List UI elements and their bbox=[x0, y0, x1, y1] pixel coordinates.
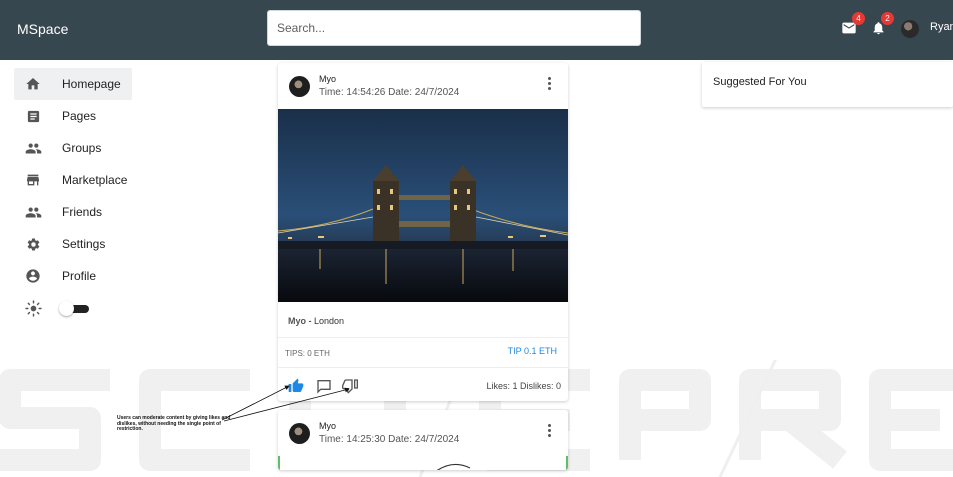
suggested-title: Suggested For You bbox=[713, 76, 807, 88]
post-author[interactable]: Myo bbox=[319, 74, 336, 84]
sidebar-item-pages[interactable]: Pages bbox=[14, 100, 132, 132]
sidebar-item-marketplace[interactable]: Marketplace bbox=[14, 164, 132, 196]
post-header: Myo Time: 14:25:30 Date: 24/7/2024 bbox=[278, 410, 568, 456]
more-options-icon[interactable] bbox=[546, 77, 552, 93]
theme-toggle-switch[interactable] bbox=[59, 301, 91, 316]
tip-button[interactable]: TIP 0.1 ETH bbox=[508, 346, 557, 356]
post-caption: Myo - London bbox=[278, 302, 568, 338]
like-button[interactable] bbox=[288, 378, 304, 394]
sidebar-item-friends[interactable]: Friends bbox=[14, 196, 132, 228]
app-title[interactable]: MSpace bbox=[17, 21, 68, 37]
thumb-down-icon bbox=[342, 379, 358, 394]
post-card: Myo Time: 14:54:26 Date: 24/7/2024 Myo -… bbox=[278, 63, 568, 401]
theme-toggle-row bbox=[14, 292, 132, 324]
sidebar-item-profile[interactable]: Profile bbox=[14, 260, 132, 292]
people-icon bbox=[23, 202, 43, 222]
post-timestamp: Time: 14:54:26 Date: 24/7/2024 bbox=[319, 87, 460, 98]
sidebar-item-label: Homepage bbox=[62, 77, 121, 91]
sidebar-item-homepage[interactable]: Homepage bbox=[14, 68, 132, 100]
notifications-button[interactable]: 2 bbox=[871, 12, 894, 41]
comment-icon bbox=[317, 380, 331, 394]
post-image[interactable] bbox=[278, 109, 568, 302]
gear-icon bbox=[23, 234, 43, 254]
post-author[interactable]: Myo bbox=[319, 421, 336, 431]
search-input[interactable] bbox=[267, 10, 641, 46]
caption-text: London bbox=[314, 316, 345, 326]
suggested-panel: Suggested For You bbox=[702, 62, 953, 107]
user-avatar[interactable] bbox=[901, 20, 919, 38]
post-feed: Myo Time: 14:54:26 Date: 24/7/2024 Myo -… bbox=[278, 63, 568, 470]
top-app-bar: MSpace 4 2 Ryan bbox=[0, 0, 953, 60]
people-icon bbox=[23, 138, 43, 158]
reaction-counts: Likes: 1 Dislikes: 0 bbox=[486, 381, 561, 391]
tips-row: TIPS: 0 ETH TIP 0.1 ETH bbox=[278, 338, 568, 368]
thumb-up-icon bbox=[288, 378, 304, 392]
caption-author: Myo - bbox=[288, 316, 314, 326]
tips-total: TIPS: 0 ETH bbox=[285, 349, 330, 358]
account-circle-icon bbox=[23, 266, 43, 286]
sidebar-item-label: Profile bbox=[62, 269, 97, 283]
sidebar-item-label: Pages bbox=[62, 109, 97, 123]
sidebar-item-label: Settings bbox=[62, 237, 106, 251]
sidebar-item-groups[interactable]: Groups bbox=[14, 132, 132, 164]
notifications-badge: 2 bbox=[881, 12, 894, 25]
sidebar-item-label: Marketplace bbox=[62, 173, 128, 187]
sidebar-nav: Homepage Pages Groups Marketplace Friend… bbox=[14, 68, 132, 324]
article-icon bbox=[23, 106, 43, 126]
sidebar-item-label: Groups bbox=[62, 141, 102, 155]
mail-badge: 4 bbox=[852, 12, 865, 25]
toggle-knob bbox=[59, 301, 74, 316]
sidebar-item-settings[interactable]: Settings bbox=[14, 228, 132, 260]
more-options-icon[interactable] bbox=[546, 424, 552, 440]
post-actions: Likes: 1 Dislikes: 0 bbox=[278, 368, 568, 401]
post-header: Myo Time: 14:54:26 Date: 24/7/2024 bbox=[278, 63, 568, 109]
storefront-icon bbox=[23, 170, 43, 190]
mail-button[interactable]: 4 bbox=[841, 12, 865, 41]
user-name[interactable]: Ryan bbox=[930, 21, 953, 33]
post-card: Myo Time: 14:25:30 Date: 24/7/2024 bbox=[278, 410, 568, 470]
home-icon bbox=[23, 74, 43, 94]
post-image[interactable] bbox=[278, 456, 568, 470]
sun-icon bbox=[23, 298, 43, 318]
sidebar-item-label: Friends bbox=[62, 205, 103, 219]
author-avatar[interactable] bbox=[289, 423, 310, 444]
comment-button[interactable] bbox=[316, 378, 332, 394]
dislike-button[interactable] bbox=[342, 378, 358, 394]
annotation-note: Users can moderate content by giving lik… bbox=[117, 415, 231, 432]
post-timestamp: Time: 14:25:30 Date: 24/7/2024 bbox=[319, 434, 460, 445]
author-avatar[interactable] bbox=[289, 76, 310, 97]
